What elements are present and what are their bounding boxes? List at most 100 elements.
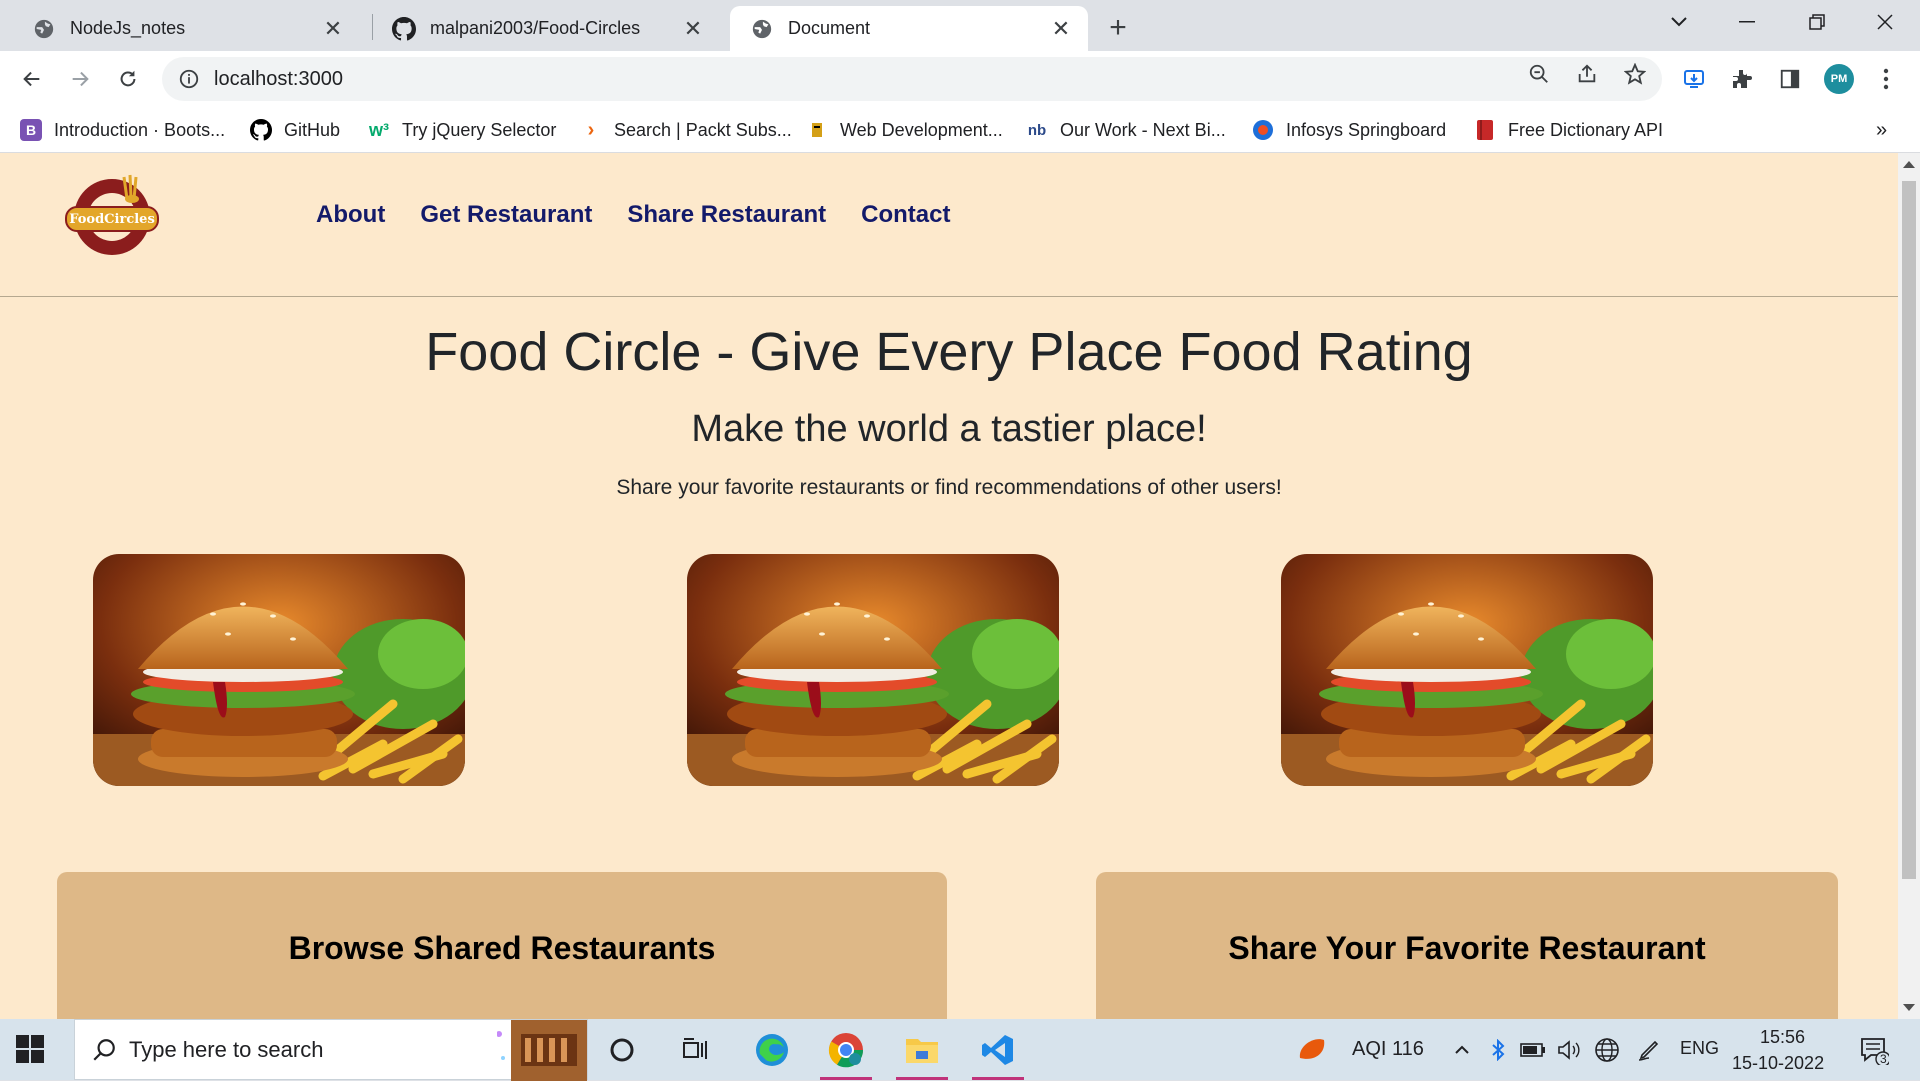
aqi-label[interactable]: AQI 116	[1352, 1038, 1424, 1061]
battery-icon[interactable]	[1518, 1027, 1548, 1073]
bookmark-bootstrap[interactable]: B Introduction · Boots...	[20, 116, 225, 144]
extensions-icon[interactable]	[1728, 65, 1756, 93]
menu-kebab-icon[interactable]	[1872, 65, 1900, 93]
card-title: Browse Shared Restaurants	[288, 930, 716, 966]
windows-taskbar: Type here to search AQI 116 ENG 15:56 15…	[0, 1019, 1920, 1081]
nav-link-contact[interactable]: Contact	[861, 201, 950, 229]
tab-document[interactable]: Document ✕	[730, 6, 1088, 51]
bookmark-label: Try jQuery Selector	[402, 119, 557, 140]
new-tab-button[interactable]: +	[1100, 10, 1136, 46]
windows-start-button[interactable]	[16, 1035, 46, 1065]
bookmark-label: Our Work - Next Bi...	[1060, 119, 1226, 140]
site-header: FoodCircles About Get Restaurant Share R…	[0, 153, 1898, 297]
burger-image-3	[1281, 554, 1653, 786]
chrome-icon[interactable]	[816, 1027, 876, 1080]
windows-logo-icon	[16, 1035, 44, 1063]
side-panel-icon[interactable]	[1776, 65, 1804, 93]
dictionary-icon	[1474, 119, 1496, 141]
bookmark-next-bi[interactable]: nb Our Work - Next Bi...	[1026, 116, 1226, 144]
search-icon	[93, 1038, 115, 1061]
language-indicator[interactable]: ENG	[1680, 1038, 1719, 1059]
bookmark-label: Search | Packt Subs...	[614, 119, 792, 140]
foodcircles-logo[interactable]: FoodCircles	[64, 171, 160, 257]
page-viewport: FoodCircles About Get Restaurant Share R…	[0, 153, 1898, 1019]
page-scrollbar[interactable]	[1898, 153, 1920, 1019]
close-icon[interactable]: ✕	[682, 16, 704, 41]
clock-date[interactable]: 15-10-2022	[1732, 1053, 1824, 1074]
card-title: Share Your Favorite Restaurant	[1228, 930, 1706, 966]
tab-food-circles-repo[interactable]: malpani2003/Food-Circles ✕	[372, 6, 720, 51]
notifications-icon[interactable]: 3	[1852, 1027, 1896, 1073]
bookmark-label: GitHub	[284, 119, 341, 140]
search-highlight-icon	[497, 1020, 587, 1081]
nav-link-about[interactable]: About	[316, 201, 385, 229]
back-arrow-icon	[23, 71, 40, 87]
tab-title: malpani2003/Food-Circles	[430, 18, 641, 38]
edge-icon[interactable]	[742, 1027, 802, 1073]
volume-icon[interactable]	[1554, 1027, 1584, 1073]
bookmark-star-icon[interactable]	[1622, 61, 1648, 87]
scroll-up-icon[interactable]	[1903, 161, 1915, 168]
globe-icon	[750, 17, 774, 41]
tray-overflow-chevron-icon[interactable]	[1450, 1027, 1474, 1073]
bookmarks-overflow-icon[interactable]: »	[1876, 116, 1887, 144]
bootstrap-icon: B	[20, 119, 42, 141]
tab-nodejs-notes[interactable]: NodeJs_notes ✕	[12, 6, 360, 51]
tab-title: Document	[788, 18, 871, 38]
github-icon	[250, 119, 272, 141]
network-globe-icon[interactable]	[1590, 1027, 1624, 1073]
cortana-icon[interactable]	[592, 1027, 652, 1073]
weather-icon[interactable]	[1290, 1027, 1334, 1073]
nav-link-get-restaurant[interactable]: Get Restaurant	[420, 201, 592, 229]
bookmark-packt[interactable]: › Search | Packt Subs...	[580, 116, 792, 144]
file-explorer-icon[interactable]	[892, 1027, 952, 1080]
bookmark-label: Free Dictionary API	[1508, 119, 1664, 140]
tab-search-chevron-icon[interactable]	[1644, 0, 1714, 44]
tab-strip: NodeJs_notes ✕ malpani2003/Food-Circles …	[0, 0, 1920, 51]
search-placeholder: Type here to search	[129, 1036, 324, 1062]
bookmark-github[interactable]: GitHub	[250, 116, 340, 144]
install-app-icon[interactable]	[1680, 65, 1708, 93]
bookmark-jquery-selector[interactable]: w³ Try jQuery Selector	[368, 116, 556, 144]
nextbi-icon: nb	[1027, 121, 1047, 139]
github-icon	[392, 16, 416, 41]
restore-button[interactable]	[1782, 0, 1852, 44]
forward-arrow-icon	[72, 71, 89, 87]
bookmark-free-dictionary[interactable]: Free Dictionary API	[1474, 116, 1663, 144]
reload-icon	[120, 70, 136, 87]
nav-link-share-restaurant[interactable]: Share Restaurant	[627, 201, 826, 229]
pen-icon[interactable]	[1632, 1027, 1666, 1073]
packt-icon: ›	[587, 118, 595, 141]
task-view-icon[interactable]	[666, 1027, 726, 1073]
hero-description: Share your favorite restaurants or find …	[616, 476, 1282, 499]
zoom-icon[interactable]	[1526, 61, 1552, 87]
back-button[interactable]	[12, 59, 52, 99]
bookmark-web-development[interactable]: Web Development...	[806, 116, 1003, 144]
main-nav: About Get Restaurant Share Restaurant Co…	[316, 201, 950, 229]
share-restaurant-card[interactable]: Share Your Favorite Restaurant	[1096, 872, 1838, 1019]
browse-restaurants-card[interactable]: Browse Shared Restaurants	[57, 872, 947, 1019]
infosys-icon	[1252, 119, 1274, 141]
browser-toolbar: localhost:3000 PM	[0, 51, 1920, 107]
share-icon[interactable]	[1574, 61, 1600, 87]
tab-title: NodeJs_notes	[70, 18, 186, 38]
close-icon[interactable]: ✕	[322, 16, 344, 41]
profile-avatar[interactable]: PM	[1824, 64, 1854, 94]
bookmark-label: Introduction · Boots...	[54, 119, 226, 140]
clock-time[interactable]: 15:56	[1760, 1027, 1805, 1048]
reload-button[interactable]	[108, 59, 148, 99]
forward-button[interactable]	[60, 59, 100, 99]
close-window-button[interactable]	[1850, 0, 1920, 44]
address-bar[interactable]: localhost:3000	[162, 57, 1662, 101]
bookmark-infosys[interactable]: Infosys Springboard	[1252, 116, 1446, 144]
close-icon[interactable]: ✕	[1050, 16, 1072, 41]
vscode-icon[interactable]	[968, 1027, 1028, 1080]
bookmarks-bar: B Introduction · Boots... GitHub w³ Try …	[0, 107, 1920, 153]
minimize-button[interactable]	[1712, 0, 1782, 44]
bookmark-label: Web Development...	[840, 119, 1003, 140]
hero-title: Food Circle - Give Every Place Food Rati…	[425, 322, 1473, 382]
scroll-down-icon[interactable]	[1903, 1004, 1915, 1011]
scrollbar-thumb[interactable]	[1902, 181, 1916, 879]
taskbar-search-box[interactable]: Type here to search	[74, 1019, 588, 1081]
bluetooth-icon[interactable]	[1486, 1027, 1510, 1073]
